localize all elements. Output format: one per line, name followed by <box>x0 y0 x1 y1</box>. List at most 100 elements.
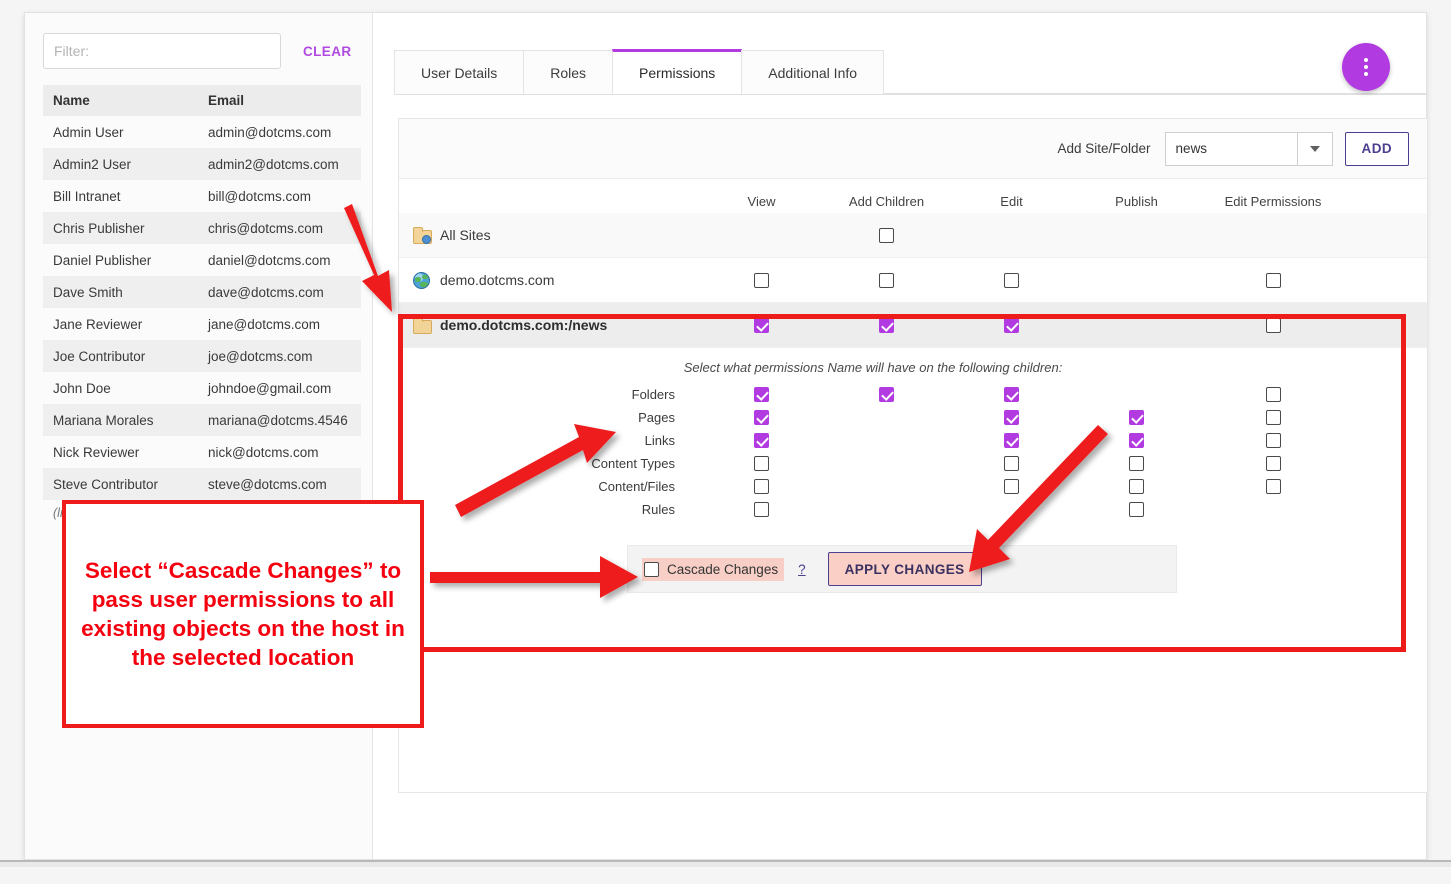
cell-publish[interactable] <box>1074 479 1199 494</box>
checkbox-edit-permissions[interactable] <box>1266 273 1281 288</box>
table-row[interactable]: Jane Reviewerjane@dotcms.com <box>43 308 361 340</box>
cell-view[interactable] <box>699 479 824 494</box>
checkbox-add-children[interactable] <box>879 273 894 288</box>
content-area: User Details Roles Permissions Additiona… <box>374 13 1426 859</box>
cell-add-children[interactable] <box>824 228 949 243</box>
cell-edit[interactable] <box>949 318 1074 333</box>
cell-view[interactable] <box>699 433 824 448</box>
cell-add-children[interactable] <box>824 318 949 333</box>
checkbox-edit[interactable] <box>1004 479 1019 494</box>
permissions-panel: Add Site/Folder news ADD View Add Childr… <box>398 118 1428 793</box>
matrix-row-news-folder[interactable]: demo.dotcms.com:/news <box>399 303 1427 348</box>
cell-view[interactable] <box>699 410 824 425</box>
checkbox-publish[interactable] <box>1129 502 1144 517</box>
checkbox-view[interactable] <box>754 433 769 448</box>
checkbox-view[interactable] <box>754 410 769 425</box>
clear-button[interactable]: CLEAR <box>303 44 352 59</box>
filter-input[interactable] <box>43 33 281 69</box>
checkbox-publish[interactable] <box>1129 410 1144 425</box>
matrix-row-all-sites[interactable]: All Sites <box>399 213 1427 258</box>
checkbox-edit-permissions[interactable] <box>1266 410 1281 425</box>
cell-edit-permissions[interactable] <box>1199 387 1347 402</box>
cell-edit[interactable] <box>949 479 1074 494</box>
cell-edit-permissions[interactable] <box>1199 318 1347 333</box>
tab-user-details[interactable]: User Details <box>394 50 524 94</box>
cell-edit[interactable] <box>949 273 1074 288</box>
table-row[interactable]: Joe Contributorjoe@dotcms.com <box>43 340 361 372</box>
cell-publish[interactable] <box>1074 410 1199 425</box>
table-row[interactable]: Nick Reviewernick@dotcms.com <box>43 436 361 468</box>
cell-view[interactable] <box>699 318 824 333</box>
checkbox-publish[interactable] <box>1129 433 1144 448</box>
table-row[interactable]: Mariana Moralesmariana@dotcms.4546 <box>43 404 361 436</box>
checkbox-publish[interactable] <box>1129 479 1144 494</box>
cell-edit[interactable] <box>949 433 1074 448</box>
cell-publish[interactable] <box>1074 456 1199 471</box>
checkbox-edit-permissions[interactable] <box>1266 433 1281 448</box>
cell-edit-permissions[interactable] <box>1199 456 1347 471</box>
cell-edit[interactable] <box>949 410 1074 425</box>
child-label-rules: Rules <box>399 502 699 517</box>
checkbox-edit-permissions[interactable] <box>1266 479 1281 494</box>
annotation-text: Select “Cascade Changes” to pass user pe… <box>80 556 406 673</box>
cascade-help-link[interactable]: ? <box>798 562 806 577</box>
site-folder-select[interactable]: news <box>1165 132 1333 166</box>
checkbox-view[interactable] <box>754 318 769 333</box>
more-options-fab[interactable] <box>1342 43 1390 91</box>
cell-view[interactable] <box>699 273 824 288</box>
tab-roles[interactable]: Roles <box>523 50 613 94</box>
checkbox-edit[interactable] <box>1004 387 1019 402</box>
cell-edit-permissions[interactable] <box>1199 273 1347 288</box>
user-name: Steve Contributor <box>43 468 198 500</box>
cell-view[interactable] <box>699 502 824 517</box>
checkbox-edit[interactable] <box>1004 456 1019 471</box>
cell-publish[interactable] <box>1074 433 1199 448</box>
cell-edit-permissions[interactable] <box>1199 479 1347 494</box>
checkbox-view[interactable] <box>754 502 769 517</box>
add-button[interactable]: ADD <box>1345 132 1409 166</box>
checkbox-edit[interactable] <box>1004 410 1019 425</box>
site-folder-value[interactable]: news <box>1165 132 1297 166</box>
cell-add-children[interactable] <box>824 273 949 288</box>
table-row[interactable]: Admin2 Useradmin2@dotcms.com <box>43 148 361 180</box>
matrix-row-demo-site[interactable]: demo.dotcms.com <box>399 258 1427 303</box>
cell-edit-permissions[interactable] <box>1199 433 1347 448</box>
chevron-down-icon[interactable] <box>1297 132 1333 166</box>
checkbox-edit-permissions[interactable] <box>1266 387 1281 402</box>
table-row[interactable]: Bill Intranetbill@dotcms.com <box>43 180 361 212</box>
app-window: CLEAR Name Email Admin Useradmin@dotcms.… <box>24 12 1427 860</box>
table-row[interactable]: Admin Useradmin@dotcms.com <box>43 116 361 148</box>
table-row[interactable]: Chris Publisherchris@dotcms.com <box>43 212 361 244</box>
checkbox-add-children[interactable] <box>879 387 894 402</box>
cell-add-children[interactable] <box>824 387 949 402</box>
cell-publish <box>1074 228 1199 243</box>
checkbox-add-children[interactable] <box>879 228 894 243</box>
table-row[interactable]: Daniel Publisherdaniel@dotcms.com <box>43 244 361 276</box>
apply-changes-button[interactable]: APPLY CHANGES <box>828 552 982 586</box>
tab-additional-info[interactable]: Additional Info <box>741 50 884 94</box>
checkbox-edit-permissions[interactable] <box>1266 318 1281 333</box>
table-row[interactable]: Steve Contributorsteve@dotcms.com <box>43 468 361 500</box>
table-row[interactable]: John Doejohndoe@gmail.com <box>43 372 361 404</box>
cascade-changes-control[interactable]: Cascade Changes <box>642 558 784 581</box>
checkbox-edit[interactable] <box>1004 273 1019 288</box>
checkbox-view[interactable] <box>754 273 769 288</box>
checkbox-edit[interactable] <box>1004 318 1019 333</box>
checkbox-view[interactable] <box>754 479 769 494</box>
checkbox-edit-permissions[interactable] <box>1266 456 1281 471</box>
checkbox-edit[interactable] <box>1004 433 1019 448</box>
cell-edit[interactable] <box>949 387 1074 402</box>
checkbox-add-children[interactable] <box>879 318 894 333</box>
table-row[interactable]: Dave Smithdave@dotcms.com <box>43 276 361 308</box>
checkbox-publish[interactable] <box>1129 456 1144 471</box>
cell-publish <box>1074 387 1199 402</box>
checkbox-cascade-changes[interactable] <box>644 562 659 577</box>
cell-edit[interactable] <box>949 456 1074 471</box>
cell-view[interactable] <box>699 387 824 402</box>
checkbox-view[interactable] <box>754 387 769 402</box>
cell-publish[interactable] <box>1074 502 1199 517</box>
cell-view[interactable] <box>699 456 824 471</box>
cell-edit-permissions[interactable] <box>1199 410 1347 425</box>
tab-permissions[interactable]: Permissions <box>612 49 742 94</box>
checkbox-view[interactable] <box>754 456 769 471</box>
